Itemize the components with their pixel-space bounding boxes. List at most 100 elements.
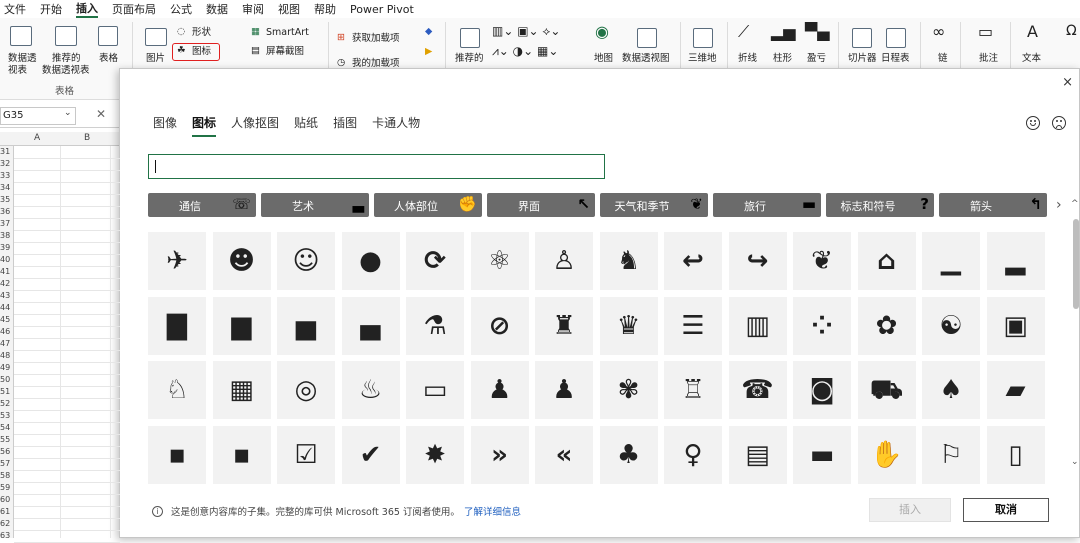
3d-map-label[interactable]: 三维地: [688, 53, 717, 64]
learn-more-link[interactable]: 了解详细信息: [464, 504, 521, 518]
recommended-pivot-icon[interactable]: [55, 26, 77, 46]
row-header[interactable]: 44: [0, 302, 14, 314]
column-header[interactable]: A: [34, 133, 40, 143]
row-header[interactable]: 34: [0, 182, 14, 194]
pivot-chart-icon[interactable]: [637, 28, 657, 48]
row-header[interactable]: 31: [0, 146, 14, 158]
feedback-smile-icon[interactable]: [1026, 116, 1040, 130]
icon-tile[interactable]: ⛟: [857, 361, 916, 419]
category-arrow[interactable]: 箭头 ↰: [939, 193, 1047, 217]
icon-tile[interactable]: ↩: [664, 232, 722, 290]
screenshot-button[interactable]: 屏幕截图: [266, 46, 304, 57]
icon-tile[interactable]: ▇: [148, 296, 206, 355]
recommended-charts-label[interactable]: 推荐的: [455, 53, 484, 64]
row-header[interactable]: 48: [0, 350, 14, 362]
row-header[interactable]: 42: [0, 278, 14, 290]
text-label[interactable]: 文本: [1022, 53, 1041, 64]
icon-tile[interactable]: ♟: [535, 361, 593, 419]
category-cursor[interactable]: 界面 ↖: [487, 193, 595, 217]
icon-tile[interactable]: ♀: [664, 425, 722, 484]
row-header[interactable]: 36: [0, 206, 14, 218]
vertical-scrollbar[interactable]: ^ ⌄: [1071, 199, 1080, 471]
search-input[interactable]: [148, 154, 605, 179]
pivot-table-label-2[interactable]: 视表: [8, 65, 27, 76]
row-header[interactable]: 47: [0, 338, 14, 350]
comment-label[interactable]: 批注: [979, 53, 998, 64]
tab-4[interactable]: 插图: [333, 114, 357, 137]
row-header[interactable]: 49: [0, 362, 14, 374]
table-icon[interactable]: [98, 26, 118, 46]
icon-tile[interactable]: ↪: [728, 232, 787, 290]
category-question[interactable]: 标志和符号?: [826, 193, 934, 217]
icon-tile[interactable]: ▭: [406, 361, 464, 419]
icon-tile[interactable]: ♞: [599, 232, 658, 290]
menu-item[interactable]: 插入: [76, 0, 98, 18]
row-header[interactable]: 39: [0, 242, 14, 254]
icon-tile[interactable]: ▰: [986, 361, 1045, 419]
icon-tile[interactable]: ▬: [793, 425, 851, 484]
icon-tile[interactable]: ▁: [922, 232, 980, 290]
timeline-icon[interactable]: [886, 28, 906, 48]
menu-item[interactable]: 公式: [170, 1, 192, 17]
chevron-right-icon[interactable]: ›: [1056, 197, 1062, 213]
icon-tile[interactable]: ▣: [986, 296, 1045, 355]
recommended-pivot-label-1[interactable]: 推荐的: [52, 53, 81, 64]
category-art[interactable]: 艺术 ▃: [261, 193, 369, 217]
tab-2[interactable]: 人像抠图: [231, 114, 279, 137]
icon-tile[interactable]: ☑: [277, 425, 335, 484]
icon-tile[interactable]: ☯: [922, 296, 980, 355]
icon-tile[interactable]: ▪: [148, 425, 206, 484]
recommended-pivot-label-2[interactable]: 数据透视表: [42, 65, 90, 76]
sparkline-column-label[interactable]: 柱形: [773, 53, 792, 64]
row-header[interactable]: 57: [0, 458, 14, 470]
row-header[interactable]: 41: [0, 266, 14, 278]
row-header[interactable]: 32: [0, 158, 14, 170]
row-header[interactable]: 53: [0, 410, 14, 422]
insert-button[interactable]: 插入: [869, 498, 951, 522]
icon-tile[interactable]: ✾: [599, 361, 658, 419]
row-header[interactable]: 35: [0, 194, 14, 206]
link-label[interactable]: 链: [938, 53, 948, 64]
icon-tile[interactable]: ◎: [277, 361, 335, 419]
icon-tile[interactable]: ♠: [922, 361, 980, 419]
icon-tile[interactable]: ♣: [599, 425, 658, 484]
cancel-icon[interactable]: ✕: [96, 107, 106, 121]
icon-tile[interactable]: ▪: [212, 425, 271, 484]
cancel-button[interactable]: 取消: [963, 498, 1049, 522]
tab-0[interactable]: 图像: [153, 114, 177, 137]
category-phone[interactable]: 通信 ☏: [148, 193, 256, 217]
tab-1[interactable]: 图标: [192, 114, 217, 137]
category-arm[interactable]: 人体部位 ✊: [374, 193, 482, 217]
icon-tile[interactable]: ●: [341, 232, 400, 290]
feedback-frown-icon[interactable]: [1052, 116, 1066, 130]
icon-tile[interactable]: ♖: [664, 361, 722, 419]
menu-item[interactable]: 视图: [278, 1, 300, 17]
recommended-charts-icon[interactable]: [460, 28, 480, 48]
chevron-down-icon[interactable]: ⌄: [64, 108, 72, 118]
row-header[interactable]: 58: [0, 470, 14, 482]
row-header[interactable]: 62: [0, 518, 14, 530]
icon-tile[interactable]: ⊘: [470, 296, 529, 355]
sparkline-winloss-label[interactable]: 盈亏: [807, 53, 826, 64]
icon-tile[interactable]: ▥: [728, 296, 787, 355]
row-header[interactable]: 45: [0, 314, 14, 326]
icon-tile[interactable]: ☻: [212, 232, 271, 290]
pivot-table-icon[interactable]: [10, 26, 32, 46]
row-header[interactable]: 50: [0, 374, 14, 386]
smartart-button[interactable]: SmartArt: [266, 27, 309, 38]
chart-types-row2[interactable]: ⩘⌄ ◑⌄ ▦⌄: [492, 45, 558, 57]
column-header[interactable]: B: [84, 133, 90, 143]
row-header[interactable]: 61: [0, 506, 14, 518]
row-header[interactable]: 38: [0, 230, 14, 242]
icon-tile[interactable]: ⟳: [406, 232, 464, 290]
row-header[interactable]: 51: [0, 386, 14, 398]
icon-tile[interactable]: ⚐: [922, 425, 980, 484]
pivot-chart-label[interactable]: 数据透视图: [622, 53, 670, 64]
icon-tile[interactable]: ✿: [857, 296, 916, 355]
row-header[interactable]: 46: [0, 326, 14, 338]
slicer-icon[interactable]: [852, 28, 872, 48]
map-label[interactable]: 地图: [594, 53, 613, 64]
icon-tile[interactable]: ✸: [406, 425, 464, 484]
sparkline-line-label[interactable]: 折线: [738, 53, 757, 64]
icon-tile[interactable]: ▯: [986, 425, 1045, 484]
